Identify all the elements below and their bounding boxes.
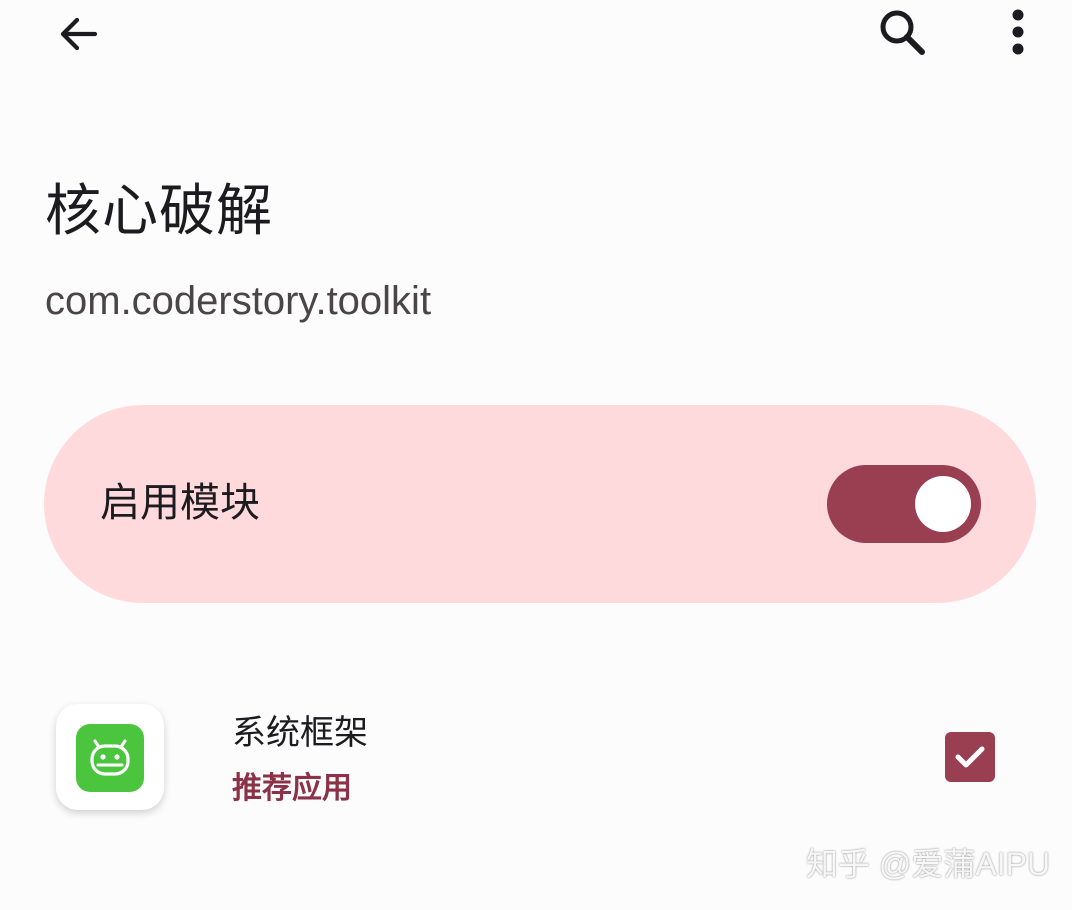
back-button[interactable] <box>44 4 110 64</box>
enable-module-card[interactable]: 启用模块 <box>44 405 1036 603</box>
app-checkbox[interactable] <box>945 732 995 782</box>
more-vert-icon <box>1012 9 1024 55</box>
arrow-back-icon <box>60 17 98 51</box>
search-button[interactable] <box>866 2 938 62</box>
android-icon <box>76 724 144 792</box>
app-icon <box>56 704 164 810</box>
switch-thumb <box>915 476 971 532</box>
more-options-button[interactable] <box>988 2 1048 62</box>
module-package-name: com.coderstory.toolkit <box>45 279 432 323</box>
enable-module-switch[interactable] <box>827 465 981 543</box>
enable-module-label: 启用模块 <box>100 480 260 526</box>
recommended-tag: 推荐应用 <box>232 771 352 806</box>
module-title: 核心破解 <box>45 179 273 244</box>
top-app-bar <box>0 0 1072 70</box>
check-icon <box>955 746 985 768</box>
scope-list-item[interactable]: 系统框架 推荐应用 <box>0 690 1072 820</box>
app-name: 系统框架 <box>232 713 368 753</box>
watermark: 知乎 @爱蒲AIPU <box>806 846 1051 882</box>
search-icon <box>880 10 925 55</box>
